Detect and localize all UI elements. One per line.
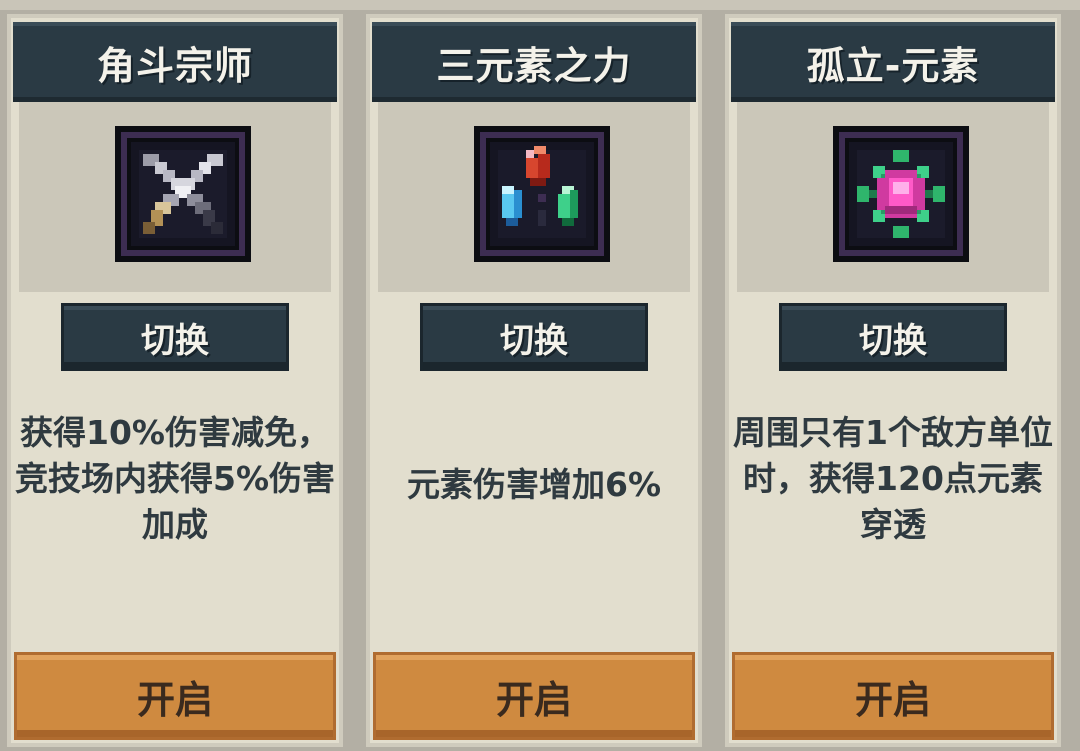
icon-panel bbox=[737, 102, 1049, 292]
three-element-gems-icon bbox=[474, 126, 610, 262]
open-button[interactable]: 开启 bbox=[17, 655, 333, 737]
switch-button[interactable]: 切换 bbox=[64, 306, 286, 368]
card-title: 三元素之力 bbox=[372, 22, 696, 102]
card-description: 周围只有1个敌方单位时，获得120点元素穿透 bbox=[733, 413, 1053, 544]
icon-panel bbox=[19, 102, 331, 292]
open-button[interactable]: 开启 bbox=[376, 655, 692, 737]
isolated-element-orb-icon bbox=[833, 126, 969, 262]
talent-card-three-elements: 三元素之力 切换 元素伤害增加6% 开启 bbox=[366, 14, 702, 747]
icon-panel bbox=[378, 102, 690, 292]
card-description: 获得10%伤害减免，竞技场内获得5%伤害加成 bbox=[14, 413, 336, 544]
card-title: 角斗宗师 bbox=[13, 22, 337, 102]
talent-card-isolated-element: 孤立-元素 切换 周围只有1个敌方单位时，获得120点元素穿透 开启 bbox=[725, 14, 1061, 747]
open-button[interactable]: 开启 bbox=[735, 655, 1051, 737]
crossed-swords-icon bbox=[115, 126, 251, 262]
top-strip bbox=[0, 0, 1080, 10]
card-title: 孤立-元素 bbox=[731, 22, 1055, 102]
switch-button[interactable]: 切换 bbox=[423, 306, 645, 368]
switch-button[interactable]: 切换 bbox=[782, 306, 1004, 368]
talent-card-gladiator-master: 角斗宗师 切换 获得10%伤害减免，竞技场内获得5%伤害加成 开启 bbox=[7, 14, 343, 747]
